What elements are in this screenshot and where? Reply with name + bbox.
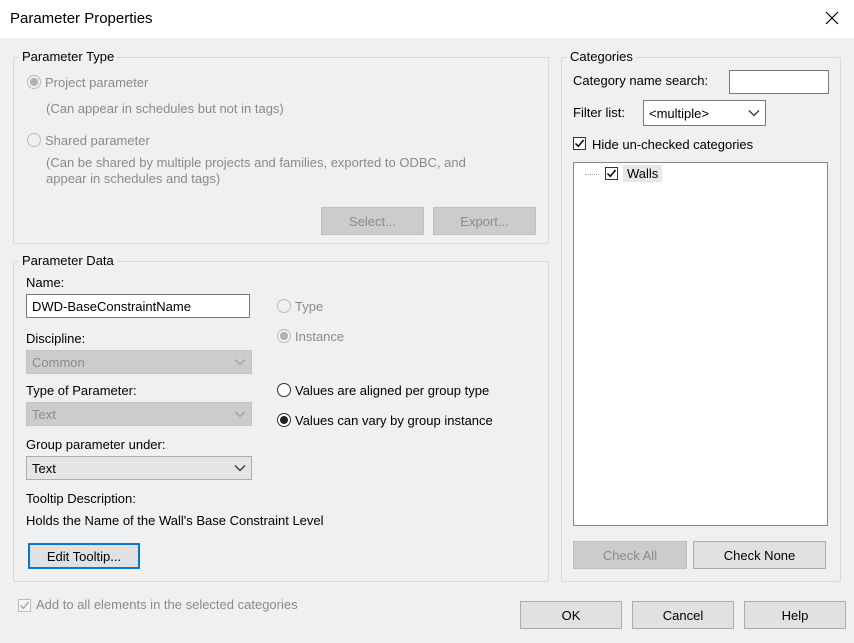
hide-unchecked-checkbox[interactable] — [573, 137, 586, 150]
type-radio-label: Type — [295, 299, 324, 314]
hide-unchecked-label: Hide un-checked categories — [592, 137, 754, 152]
tree-item-walls-checkbox[interactable] — [605, 167, 618, 180]
name-label: Name: — [26, 275, 65, 290]
shared-parameter-note-2: appear in schedules and tags) — [46, 171, 221, 186]
filter-list-label: Filter list: — [573, 105, 625, 120]
values-vary-radio[interactable] — [277, 413, 291, 427]
tooltip-description-text: Holds the Name of the Wall's Base Constr… — [26, 513, 324, 528]
chevron-down-icon — [234, 411, 246, 418]
instance-radio-label: Instance — [295, 329, 345, 344]
project-parameter-label: Project parameter — [45, 75, 149, 90]
check-none-button[interactable]: Check None — [693, 541, 826, 569]
add-to-all-label: Add to all elements in the selected cate… — [36, 597, 298, 612]
category-search-input[interactable] — [729, 70, 829, 94]
window-title: Parameter Properties — [10, 10, 153, 27]
checkmark-icon — [19, 601, 30, 610]
tooltip-description-label: Tooltip Description: — [26, 491, 136, 506]
category-search-label: Category name search: — [573, 73, 709, 88]
cancel-button[interactable]: Cancel — [632, 601, 734, 629]
discipline-value: Common — [32, 354, 85, 370]
close-button[interactable] — [822, 8, 842, 28]
checkmark-icon — [606, 169, 617, 178]
type-of-parameter-label: Type of Parameter: — [26, 383, 137, 398]
add-to-all-checkbox[interactable] — [18, 599, 31, 612]
tree-connector-line — [585, 174, 599, 175]
instance-radio[interactable] — [277, 329, 291, 343]
close-icon — [825, 11, 839, 25]
chevron-down-icon — [234, 465, 246, 472]
values-vary-label: Values can vary by group instance — [295, 413, 493, 428]
project-parameter-radio[interactable] — [27, 75, 41, 89]
group-parameter-under-value: Text — [32, 460, 56, 476]
chevron-down-icon — [234, 359, 246, 366]
type-radio[interactable] — [277, 299, 291, 313]
category-tree[interactable]: Walls — [573, 162, 828, 526]
check-all-button[interactable]: Check All — [573, 541, 687, 569]
tree-item-walls-label: Walls — [627, 166, 659, 181]
shared-parameter-radio[interactable] — [27, 133, 41, 147]
categories-legend: Categories — [567, 49, 636, 64]
ok-button[interactable]: OK — [520, 601, 622, 629]
group-parameter-under-select[interactable]: Text — [26, 456, 252, 480]
values-aligned-label: Values are aligned per group type — [295, 383, 490, 398]
values-aligned-radio[interactable] — [277, 383, 291, 397]
parameter-type-legend: Parameter Type — [19, 49, 118, 64]
name-input-value: DWD-BaseConstraintName — [32, 298, 191, 314]
type-of-parameter-value: Text — [32, 406, 56, 422]
filter-list-value: <multiple> — [649, 105, 709, 121]
parameter-data-legend: Parameter Data — [19, 253, 117, 268]
filter-list-select[interactable]: <multiple> — [643, 100, 766, 126]
shared-parameter-label: Shared parameter — [45, 133, 150, 148]
group-parameter-under-label: Group parameter under: — [26, 437, 166, 452]
tree-item-walls[interactable]: Walls — [623, 165, 663, 182]
export-button[interactable]: Export... — [433, 207, 536, 235]
chevron-down-icon — [748, 110, 760, 117]
project-parameter-note: (Can appear in schedules but not in tags… — [46, 101, 284, 116]
discipline-select[interactable]: Common — [26, 350, 252, 374]
name-input[interactable]: DWD-BaseConstraintName — [26, 294, 250, 318]
checkmark-icon — [574, 139, 585, 148]
shared-parameter-note-1: (Can be shared by multiple projects and … — [46, 155, 466, 170]
edit-tooltip-button[interactable]: Edit Tooltip... — [28, 543, 140, 569]
help-button[interactable]: Help — [744, 601, 846, 629]
discipline-label: Discipline: — [26, 331, 86, 346]
type-of-parameter-select[interactable]: Text — [26, 402, 252, 426]
select-button[interactable]: Select... — [321, 207, 424, 235]
